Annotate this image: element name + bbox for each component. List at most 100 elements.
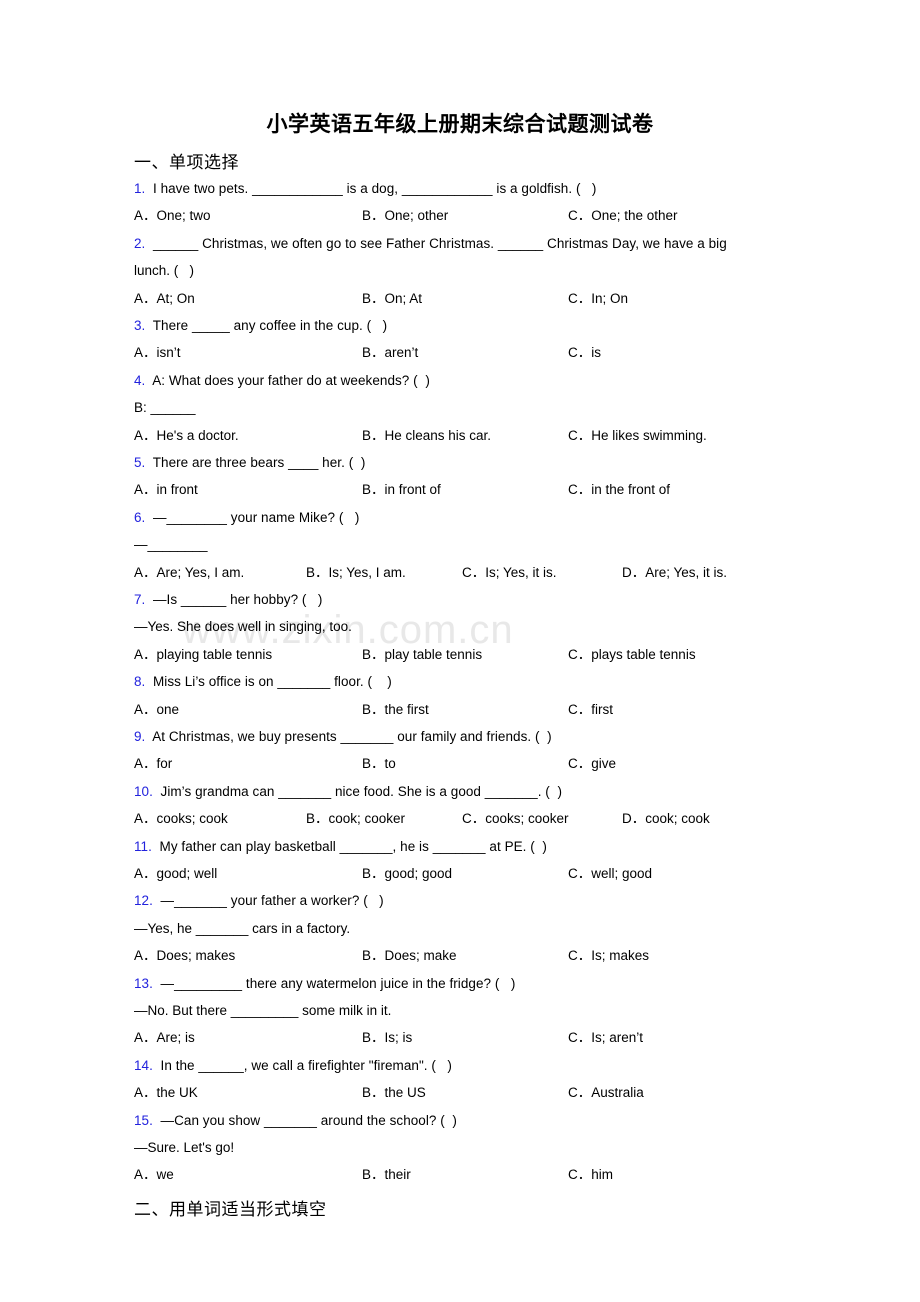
question-stem: 12. —_______ your father a worker? ( ) xyxy=(134,887,800,914)
question-block: 1. I have two pets. ____________ is a do… xyxy=(134,175,800,230)
option-choice[interactable]: B．good; good xyxy=(362,860,452,887)
question-text: There are three bears ____ her. ( ) xyxy=(152,455,366,470)
option-choice[interactable]: A．isn’t xyxy=(134,339,181,366)
exam-paper-page: www.zixin.com.cn 小学英语五年级上册期末综合试题测试卷 一、单项… xyxy=(0,0,920,1302)
option-choice[interactable]: B．aren’t xyxy=(362,339,418,366)
option-choice[interactable]: C．Australia xyxy=(568,1079,644,1106)
document-content: 小学英语五年级上册期末综合试题测试卷 一、单项选择 1. I have two … xyxy=(0,0,920,1220)
option-choice[interactable]: B．One; other xyxy=(362,202,448,229)
question-continuation: —Yes, he _______ cars in a factory. xyxy=(134,920,351,936)
option-choice[interactable]: C．him xyxy=(568,1161,613,1188)
option-row: A．we B．their C．him xyxy=(134,1161,800,1188)
question-stem: 13. —_________ there any watermelon juic… xyxy=(134,970,800,997)
question-text: —Can you show _______ around the school?… xyxy=(160,1112,457,1128)
option-choice[interactable]: C．Is; aren’t xyxy=(568,1024,643,1051)
option-choice[interactable]: C．cooks; cooker xyxy=(462,805,569,832)
option-row: A．Are; Yes, I am. B．Is; Yes, I am. C．Is; Y… xyxy=(134,559,800,586)
option-choice[interactable]: A．in front xyxy=(134,476,198,503)
option-choice[interactable]: B．Is; Yes, I am. xyxy=(306,559,406,586)
question-text: At Christmas, we buy presents _______ ou… xyxy=(152,729,552,744)
option-choice[interactable]: A．good; well xyxy=(134,860,217,887)
question-block: 9. At Christmas, we buy presents _______… xyxy=(134,723,800,778)
question-number: 2. xyxy=(134,235,146,251)
section-heading-1: 一、单项选择 xyxy=(134,153,239,173)
option-choice[interactable]: A．Does; makes xyxy=(134,942,235,969)
question-number: 13. xyxy=(134,975,153,991)
option-row: A．for B．to C．give xyxy=(134,750,800,777)
question-text: Jim’s grandma can _______ nice food. She… xyxy=(160,783,562,799)
option-choice[interactable]: A．cooks; cook xyxy=(134,805,228,832)
page-title: 小学英语五年级上册期末综合试题测试卷 xyxy=(266,111,654,136)
question-number: 14. xyxy=(134,1057,153,1073)
question-stem: 5. There are three bears ____ her. ( ) xyxy=(134,449,800,476)
question-stem: 4. A: What does your father do at weeken… xyxy=(134,367,800,394)
question-block: 2. ______ Christmas, we often go to see … xyxy=(134,230,800,312)
question-block: 8. Miss Li’s office is on _______ floor.… xyxy=(134,668,800,723)
question-number: 6. xyxy=(134,509,146,525)
question-list: 1. I have two pets. ____________ is a do… xyxy=(134,175,800,1189)
option-choice[interactable]: C．well; good xyxy=(568,860,652,887)
option-choice[interactable]: B．Is; is xyxy=(362,1024,412,1051)
option-choice[interactable]: B．On; At xyxy=(362,285,422,312)
option-choice[interactable]: B．in front of xyxy=(362,476,441,503)
option-choice[interactable]: A．One; two xyxy=(134,202,211,229)
question-continuation: —Yes. She does well in singing, too. xyxy=(134,619,352,635)
option-row: A．He's a doctor. B．He cleans his car. C．He… xyxy=(134,422,800,449)
question-continuation: —No. But there _________ some milk in it… xyxy=(134,1003,392,1018)
question-text: —_________ there any watermelon juice in… xyxy=(160,975,516,991)
option-choice[interactable]: C．first xyxy=(568,696,613,723)
question-number: 3. xyxy=(134,318,146,333)
option-choice[interactable]: A．for xyxy=(134,750,172,777)
option-choice[interactable]: C．in the front of xyxy=(568,476,670,503)
option-choice[interactable]: B．their xyxy=(362,1161,411,1188)
question-text: I have two pets. ____________ is a dog, … xyxy=(152,181,597,196)
option-row: A．Does; makes B．Does; make C．Is; makes xyxy=(134,942,800,969)
option-choice[interactable]: C．Is; makes xyxy=(568,942,649,969)
option-choice[interactable]: A．we xyxy=(134,1161,174,1188)
question-block: 13. —_________ there any watermelon juic… xyxy=(134,970,800,1052)
question-number: 1. xyxy=(134,181,146,196)
option-choice[interactable]: A．Are; Yes, I am. xyxy=(134,559,244,586)
option-choice[interactable]: C．give xyxy=(568,750,616,777)
question-block: 3. There _____ any coffee in the cup. ( … xyxy=(134,312,800,367)
question-text: A: What does your father do at weekends?… xyxy=(152,372,430,388)
option-choice[interactable]: B．the first xyxy=(362,696,429,723)
question-text: In the ______, we call a firefighter "fi… xyxy=(160,1057,452,1073)
question-text: My father can play basketball _______, h… xyxy=(159,838,547,854)
question-stem: 11. My father can play basketball ______… xyxy=(134,833,800,860)
option-row: A．Are; is B．Is; is C．Is; aren’t xyxy=(134,1024,800,1051)
option-choice[interactable]: B．Does; make xyxy=(362,942,457,969)
option-row: A．At; On B．On; At C．In; On xyxy=(134,285,800,312)
option-row: A．good; well B．good; good C．well; good xyxy=(134,860,800,887)
option-choice[interactable]: C．He likes swimming. xyxy=(568,422,707,449)
option-choice[interactable]: D．Are; Yes, it is. xyxy=(622,559,727,586)
question-stem: 2. ______ Christmas, we often go to see … xyxy=(134,230,800,257)
question-text: Miss Li’s office is on _______ floor. ( … xyxy=(152,674,392,690)
option-choice[interactable]: C．In; On xyxy=(568,285,628,312)
option-choice[interactable]: B．He cleans his car. xyxy=(362,422,491,449)
option-choice[interactable]: B．to xyxy=(362,750,396,777)
question-block: 6. —________ your name Mike? ( ) —_______… xyxy=(134,504,800,586)
option-choice[interactable]: A．He's a doctor. xyxy=(134,422,239,449)
question-text: —________ your name Mike? ( ) xyxy=(152,509,360,525)
option-choice[interactable]: A．At; On xyxy=(134,285,195,312)
option-row: A．one B．the first C．first xyxy=(134,696,800,723)
option-choice[interactable]: B．cook; cooker xyxy=(306,805,405,832)
option-choice[interactable]: A．the UK xyxy=(134,1079,198,1106)
option-choice[interactable]: C．is xyxy=(568,339,601,366)
question-number: 5. xyxy=(134,455,146,470)
option-choice[interactable]: B．the US xyxy=(362,1079,426,1106)
question-block: 14. In the ______, we call a firefighter… xyxy=(134,1052,800,1107)
section-heading-2: 二、用单词适当形式填空 xyxy=(134,1199,327,1220)
question-number: 11. xyxy=(134,838,152,854)
option-row: A．One; two B．One; other C．One; the other xyxy=(134,202,800,229)
option-choice[interactable]: D．cook; cook xyxy=(622,805,710,832)
option-choice[interactable]: A．playing table tennis xyxy=(134,641,272,668)
option-choice[interactable]: B．play table tennis xyxy=(362,641,482,668)
option-choice[interactable]: C．One; the other xyxy=(568,202,678,229)
question-stem: 15. —Can you show _______ around the sch… xyxy=(134,1107,800,1134)
option-choice[interactable]: A．one xyxy=(134,696,179,723)
option-choice[interactable]: C．plays table tennis xyxy=(568,641,696,668)
option-choice[interactable]: A．Are; is xyxy=(134,1024,195,1051)
option-choice[interactable]: C．Is; Yes, it is. xyxy=(462,559,557,586)
